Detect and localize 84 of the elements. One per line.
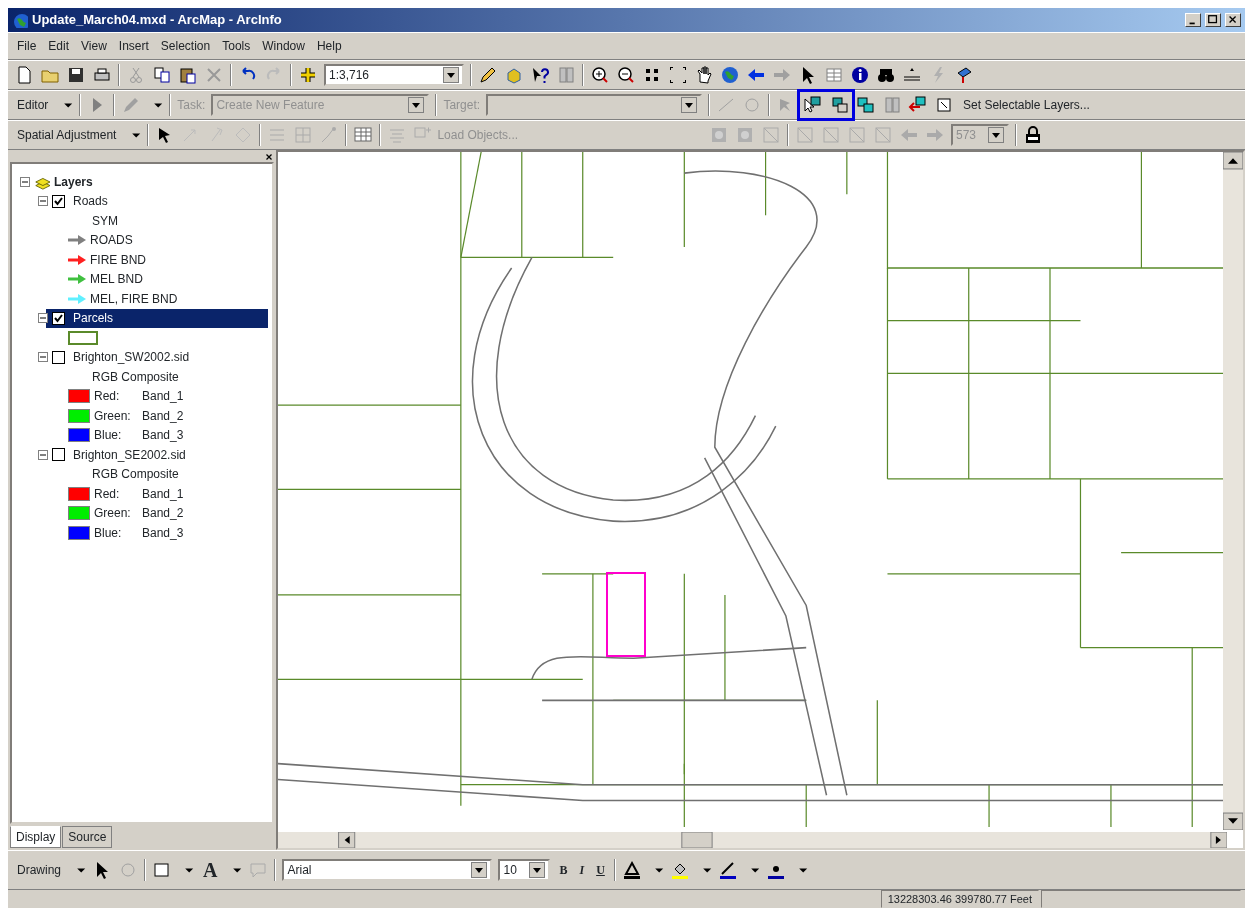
vertical-scrollbar[interactable] <box>1223 152 1243 830</box>
info-icon[interactable] <box>850 65 870 85</box>
font-dropdown[interactable]: Arial <box>282 859 493 881</box>
band-label: Green: <box>94 505 132 523</box>
collapse-icon[interactable] <box>38 352 48 363</box>
paste-icon[interactable] <box>178 65 198 85</box>
spatial-adjustment-menu[interactable]: Spatial Adjustment <box>14 124 120 146</box>
scale-field[interactable]: 1:3,716 <box>324 64 464 86</box>
band-value: Band_3 <box>142 427 184 445</box>
band-value: Band_1 <box>142 485 184 503</box>
layer-name[interactable]: Brighton_SE2002.sid <box>69 445 190 464</box>
checkbox[interactable] <box>52 350 65 364</box>
maximize-icon[interactable] <box>1205 13 1221 27</box>
fixed-zoom-out-icon[interactable] <box>668 65 688 85</box>
select-features-icon[interactable] <box>802 95 823 115</box>
collapse-icon[interactable] <box>38 196 48 207</box>
legend-label: MEL, FIRE BND <box>90 290 178 308</box>
task-label: Task: <box>177 97 206 114</box>
zoom-out-icon[interactable] <box>616 65 636 85</box>
rectangle-icon[interactable] <box>152 860 172 880</box>
line-color-icon[interactable] <box>717 860 738 880</box>
band-label: Red: <box>94 388 121 406</box>
close-icon[interactable] <box>264 152 274 162</box>
drawing-menu[interactable]: Drawing <box>14 859 64 881</box>
legend-heading: SYM <box>92 212 118 230</box>
legend-label: MEL BND <box>90 271 143 289</box>
help-pointer-icon[interactable] <box>530 65 550 85</box>
globe-icon <box>12 12 28 28</box>
layer-name[interactable]: Brighton_SW2002.sid <box>69 348 194 367</box>
menu-item[interactable]: Selection <box>157 35 214 57</box>
font-size-dropdown[interactable]: 10 <box>498 859 551 881</box>
checkbox[interactable] <box>52 311 65 325</box>
switch-selection-icon[interactable] <box>856 95 877 115</box>
legend-label: ROADS <box>90 232 133 250</box>
menu-item[interactable]: Insert <box>115 35 152 57</box>
copy-icon[interactable] <box>152 65 172 85</box>
status-coordinates: 13228303.46 399780.77 Feet <box>880 890 1039 908</box>
band-label: Blue: <box>94 524 123 542</box>
menu-item[interactable]: Window <box>259 35 308 57</box>
select-box-icon[interactable] <box>830 95 851 115</box>
band-label: Green: <box>94 407 132 425</box>
legend-heading: RGB Composite <box>92 466 179 484</box>
collapse-icon[interactable] <box>38 313 48 324</box>
set-selectable-layers-link[interactable]: Set Selectable Layers... <box>960 94 1093 116</box>
collapse-icon[interactable] <box>38 449 48 460</box>
band-value: Band_2 <box>142 407 184 425</box>
font-color-icon[interactable] <box>621 860 642 880</box>
menu-item[interactable]: File <box>14 35 40 57</box>
add-data-icon[interactable] <box>298 65 318 85</box>
lock-icon[interactable] <box>1023 125 1043 145</box>
band-value: Band_3 <box>142 524 184 542</box>
editor-menu[interactable]: Editor <box>14 94 52 116</box>
menu-item[interactable]: Edit <box>45 35 73 57</box>
bold-button[interactable]: B <box>556 859 571 881</box>
target-label: Target: <box>443 97 481 114</box>
table-icon[interactable] <box>353 125 374 145</box>
highlight-rectangle <box>797 89 856 121</box>
table-icon[interactable] <box>824 65 844 85</box>
menu-item[interactable]: Help <box>313 35 345 57</box>
italic-button[interactable]: I <box>576 859 588 881</box>
checkbox[interactable] <box>52 194 65 208</box>
band-value: Band_1 <box>142 388 184 406</box>
underline-button[interactable]: U <box>593 859 608 881</box>
menu-item[interactable]: Tools <box>219 35 254 57</box>
horizontal-scrollbar[interactable] <box>278 832 1227 848</box>
band-label: Red: <box>94 485 121 503</box>
text-tool[interactable]: A <box>200 853 221 887</box>
minimize-icon[interactable] <box>1185 13 1201 27</box>
toc-group-label[interactable]: Layers <box>54 172 93 191</box>
band-label: Blue: <box>94 427 123 445</box>
save-icon[interactable] <box>66 65 86 85</box>
pencil-icon[interactable] <box>478 65 498 85</box>
tab[interactable]: Display <box>10 826 62 848</box>
legend-heading: RGB Composite <box>92 368 179 386</box>
layer-name[interactable]: Roads <box>69 192 112 211</box>
tab[interactable]: Source <box>62 826 113 848</box>
globe-icon[interactable] <box>720 65 740 85</box>
checkbox[interactable] <box>52 448 65 462</box>
legend-label: FIRE BND <box>90 251 146 269</box>
collapse-icon[interactable] <box>20 176 30 187</box>
window-title: Update_March04.mxd - ArcMap - ArcInfo <box>32 11 283 30</box>
band-value: Band_2 <box>142 505 184 523</box>
menu-item[interactable]: View <box>78 35 110 57</box>
zoom-in-icon[interactable] <box>590 65 610 85</box>
